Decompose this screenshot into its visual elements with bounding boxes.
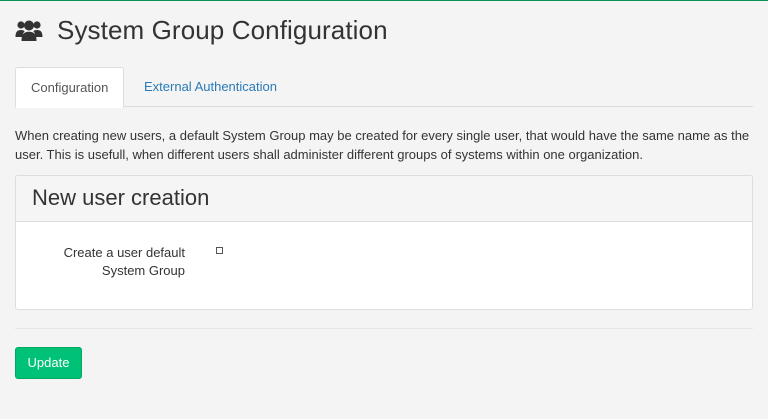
panel-heading: New user creation <box>16 176 752 222</box>
page-header: System Group Configuration <box>15 15 388 46</box>
tab-external-authentication[interactable]: External Authentication <box>129 67 292 107</box>
create-default-group-checkbox[interactable] <box>216 247 223 254</box>
tab-configuration[interactable]: Configuration <box>15 67 125 108</box>
create-default-group-label: Create a user default System Group <box>63 245 185 278</box>
page-title: System Group Configuration <box>57 15 388 45</box>
description-text: When creating new users, a default Syste… <box>15 128 750 162</box>
divider <box>15 328 753 329</box>
tab-bar: Configuration External Authentication <box>15 67 753 108</box>
new-user-creation-panel: New user creation Create a user default … <box>15 175 753 310</box>
users-icon <box>15 20 43 41</box>
update-button[interactable]: Update <box>15 347 82 379</box>
